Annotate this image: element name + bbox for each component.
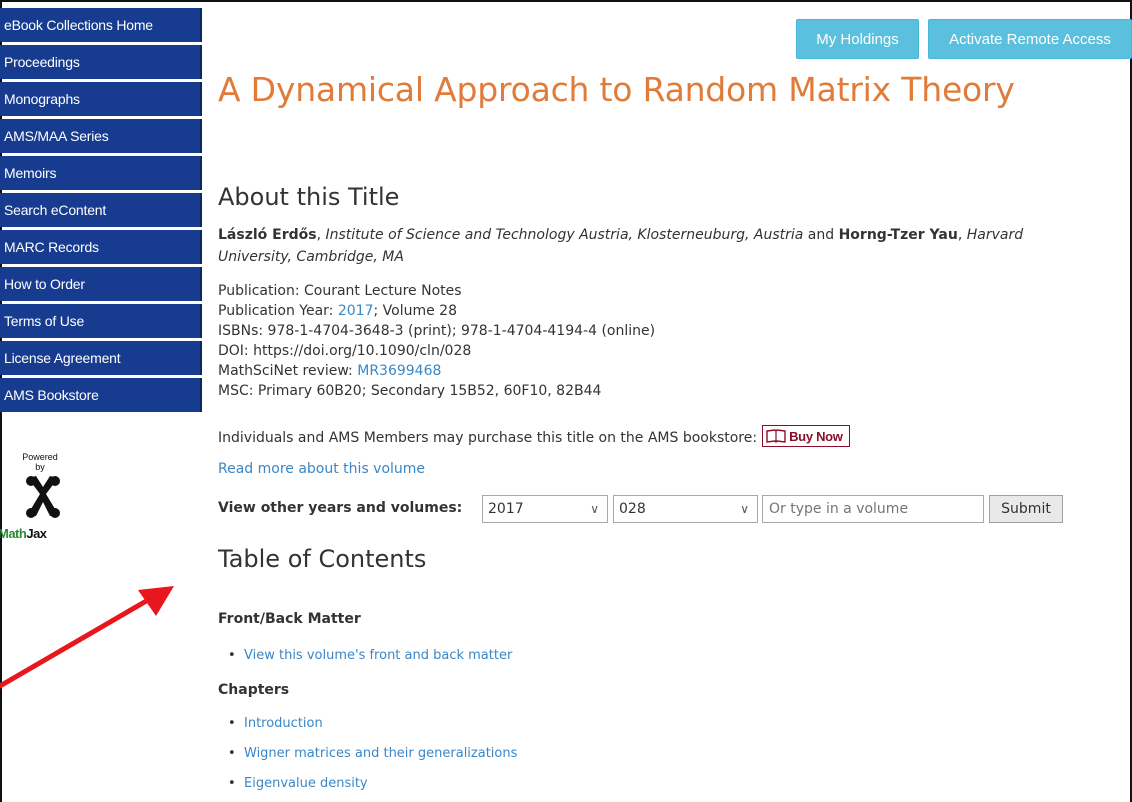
about-heading: About this Title [218, 183, 400, 211]
list-item: • Eigenvalue density [228, 776, 368, 791]
year-link[interactable]: 2017 [338, 303, 374, 319]
isbns: ISBNs: 978-1-4704-3648-3 (print); 978-1-… [218, 323, 656, 339]
sidebar-item-marc-records[interactable]: MARC Records [0, 230, 202, 264]
chapters-heading: Chapters [218, 682, 290, 698]
sidebar-item-memoirs[interactable]: Memoirs [0, 156, 202, 190]
msc-classification: MSC: Primary 60B20; Secondary 15B52, 60F… [218, 383, 602, 399]
year-select[interactable]: 2017 ∨ [482, 495, 608, 523]
list-item: • Introduction [228, 716, 323, 731]
publication-series: Publication: Courant Lecture Notes [218, 283, 462, 299]
authors-line-2: University, Cambridge, MA [218, 248, 404, 267]
sidebar-item-ams-maa-series[interactable]: AMS/MAA Series [0, 119, 202, 153]
chapter-link[interactable]: Eigenvalue density [244, 776, 368, 791]
authors-line: László Erdős, Institute of Science and T… [218, 227, 1024, 243]
sidebar-item-monographs[interactable]: Monographs [0, 82, 202, 116]
mathscinet-review: MathSciNet review: MR3699468 [218, 363, 442, 379]
annotation-arrow-icon [0, 586, 174, 689]
buy-now-button[interactable]: Buy Now [762, 425, 851, 447]
purchase-line: Individuals and AMS Members may purchase… [218, 425, 851, 449]
chevron-down-icon: ∨ [740, 502, 749, 516]
sidebar-item-license-agreement[interactable]: License Agreement [0, 341, 202, 375]
author-name: László Erdős [218, 227, 317, 243]
list-item: • Wigner matrices and their generalizatio… [228, 746, 518, 761]
sidebar-item-ebook-collections-home[interactable]: eBook Collections Home [0, 8, 202, 42]
author-affiliation: Harvard [966, 227, 1024, 243]
author-name: Horng-Tzer Yau [838, 227, 958, 243]
sidebar-item-terms-of-use[interactable]: Terms of Use [0, 304, 202, 338]
powered-by-label: Powered by [22, 452, 58, 472]
mathscinet-link[interactable]: MR3699468 [357, 363, 441, 379]
sidebar: eBook Collections Home Proceedings Monog… [0, 8, 204, 415]
front-back-matter-link[interactable]: View this volume's front and back matter [244, 648, 512, 663]
author-affiliation: Institute of Science and Technology Aust… [325, 227, 804, 243]
sidebar-item-search-econtent[interactable]: Search eContent [0, 193, 202, 227]
submit-button[interactable]: Submit [989, 495, 1063, 523]
activate-remote-access-button[interactable]: Activate Remote Access [928, 19, 1132, 59]
doi: DOI: https://doi.org/10.1090/cln/028 [218, 343, 472, 359]
list-item: • View this volume's front and back matte… [228, 648, 513, 663]
sidebar-item-ams-bookstore[interactable]: AMS Bookstore [0, 378, 202, 412]
mathjax-x-icon [26, 476, 60, 518]
chevron-down-icon: ∨ [590, 502, 599, 516]
publication-year: Publication Year: 2017; Volume 28 [218, 303, 457, 319]
volume-input[interactable]: Or type in a volume [762, 495, 984, 523]
sidebar-item-proceedings[interactable]: Proceedings [0, 45, 202, 79]
chapter-link[interactable]: Introduction [244, 716, 323, 731]
mathjax-wordmark: MathJax [0, 526, 47, 541]
volume-selector-label: View other years and volumes: [218, 500, 463, 516]
sidebar-item-how-to-order[interactable]: How to Order [0, 267, 202, 301]
my-holdings-button[interactable]: My Holdings [796, 19, 919, 59]
read-more-link[interactable]: Read more about this volume [218, 460, 425, 479]
page-title: A Dynamical Approach to Random Matrix Th… [218, 70, 1015, 109]
toc-heading: Table of Contents [218, 545, 427, 573]
front-back-heading: Front/Back Matter [218, 611, 361, 627]
chapter-link[interactable]: Wigner matrices and their generalization… [244, 746, 517, 761]
mathjax-logo[interactable]: Powered by MathJax [0, 444, 100, 544]
book-icon [766, 429, 786, 443]
volume-select[interactable]: 028 ∨ [613, 495, 758, 523]
author-affiliation: University, Cambridge, MA [218, 249, 404, 265]
